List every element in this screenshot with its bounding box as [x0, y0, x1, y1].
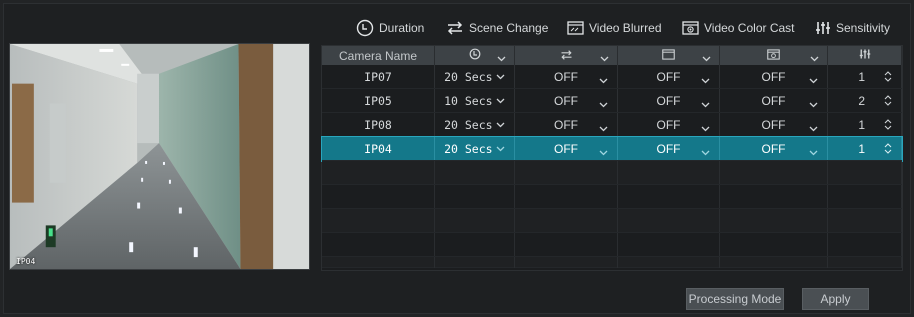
scene-change-select[interactable]: OFF	[515, 137, 618, 160]
camera-name-cell: IP04	[322, 137, 435, 160]
chevron-down-icon	[496, 74, 505, 79]
chevron-down-icon	[599, 121, 608, 135]
scene-change-icon	[446, 21, 464, 35]
legend-scene-change-label: Scene Change	[469, 21, 549, 35]
scene-change-select[interactable]: OFF	[515, 65, 618, 88]
table-row-selected[interactable]: IP04 20 Secs OFF OFF OFF 1	[321, 136, 903, 162]
video-color-cast-icon	[682, 21, 699, 35]
duration-select[interactable]: 20 Secs	[435, 137, 515, 160]
detection-table: Camera Name IP07 20 Secs OFF OFF OFF 1 I…	[321, 45, 903, 271]
processing-mode-button[interactable]: Processing Mode	[686, 288, 784, 310]
chevron-down-icon	[496, 122, 505, 127]
empty-row	[322, 185, 902, 209]
duration-select[interactable]: 20 Secs	[435, 65, 515, 88]
header-camera-name: Camera Name	[322, 46, 435, 65]
header-sensitivity	[828, 46, 902, 65]
chevron-down-icon	[599, 145, 608, 159]
spinner-icon[interactable]	[884, 70, 892, 83]
legend-video-blurred-label: Video Blurred	[589, 21, 662, 35]
video-color-cast-select[interactable]: OFF	[720, 65, 828, 88]
legend-video-color-cast-label: Video Color Cast	[704, 21, 795, 35]
header-scene-change[interactable]	[515, 46, 618, 65]
chevron-down-icon	[809, 73, 818, 87]
camera-label: IP04	[16, 257, 36, 266]
camera-name-cell: IP05	[322, 89, 435, 112]
video-blurred-select[interactable]: OFF	[618, 65, 720, 88]
video-blurred-icon	[567, 21, 584, 35]
legend-sensitivity: Sensitivity	[815, 18, 890, 38]
chevron-down-icon[interactable]	[600, 51, 609, 65]
camera-name-cell: IP08	[322, 113, 435, 136]
spinner-icon[interactable]	[884, 94, 892, 107]
scene-change-select[interactable]: OFF	[515, 89, 618, 112]
chevron-down-icon	[809, 121, 818, 135]
table-row[interactable]: IP07 20 Secs OFF OFF OFF 1	[322, 65, 902, 89]
sensitivity-icon	[815, 20, 831, 36]
chevron-down-icon	[701, 121, 710, 135]
scene-change-select[interactable]: OFF	[515, 113, 618, 136]
apply-button[interactable]: Apply	[802, 288, 869, 310]
chevron-down-icon[interactable]	[810, 51, 819, 65]
corridor-image	[10, 44, 309, 269]
legend-duration-label: Duration	[379, 21, 425, 35]
empty-row	[322, 209, 902, 233]
camera-preview[interactable]: IP04	[9, 43, 310, 270]
sensitivity-spinner[interactable]: 1	[828, 113, 902, 136]
legend-video-color-cast: Video Color Cast	[682, 18, 795, 38]
chevron-down-icon	[496, 146, 505, 151]
camera-name-cell: IP07	[322, 65, 435, 88]
chevron-down-icon	[701, 97, 710, 111]
spinner-icon[interactable]	[884, 118, 892, 131]
scene-change-icon	[560, 49, 573, 63]
video-blurred-icon	[662, 48, 675, 63]
video-color-cast-select[interactable]: OFF	[720, 89, 828, 112]
video-blurred-select[interactable]: OFF	[618, 89, 720, 112]
sensitivity-spinner[interactable]: 1	[828, 137, 902, 160]
chevron-down-icon	[496, 98, 505, 103]
duration-select[interactable]: 20 Secs	[435, 113, 515, 136]
chevron-down-icon[interactable]	[497, 51, 506, 65]
chevron-down-icon	[599, 97, 608, 111]
sensitivity-icon	[859, 48, 871, 63]
sensitivity-spinner[interactable]: 2	[828, 89, 902, 112]
legend-sensitivity-label: Sensitivity	[836, 21, 891, 35]
legend-video-blurred: Video Blurred	[567, 18, 662, 38]
clock-icon	[356, 19, 374, 37]
header-video-color-cast[interactable]	[720, 46, 828, 65]
chevron-down-icon	[701, 73, 710, 87]
header-duration[interactable]	[435, 46, 515, 65]
chevron-down-icon[interactable]	[702, 51, 711, 65]
table-body: IP07 20 Secs OFF OFF OFF 1 IP05 10 Secs …	[321, 65, 903, 268]
duration-select[interactable]: 10 Secs	[435, 89, 515, 112]
sensitivity-spinner[interactable]: 1	[828, 65, 902, 88]
chevron-down-icon	[809, 145, 818, 159]
clock-icon	[469, 48, 481, 63]
legend-scene-change: Scene Change	[446, 18, 548, 38]
table-row[interactable]: IP05 10 Secs OFF OFF OFF 2	[322, 89, 902, 113]
table-row[interactable]: IP08 20 Secs OFF OFF OFF 1	[322, 113, 902, 137]
header-video-blurred[interactable]	[618, 46, 720, 65]
chevron-down-icon	[809, 97, 818, 111]
video-blurred-select[interactable]: OFF	[618, 137, 720, 160]
spinner-icon[interactable]	[884, 142, 892, 155]
video-color-cast-select[interactable]: OFF	[720, 137, 828, 160]
chevron-down-icon	[599, 73, 608, 87]
empty-row	[322, 233, 902, 257]
empty-row	[322, 161, 902, 185]
chevron-down-icon	[701, 145, 710, 159]
table-header: Camera Name	[322, 46, 902, 65]
video-color-cast-select[interactable]: OFF	[720, 113, 828, 136]
video-color-cast-icon	[767, 48, 780, 63]
empty-row	[322, 257, 902, 268]
video-blurred-select[interactable]: OFF	[618, 113, 720, 136]
legend-duration: Duration	[356, 18, 424, 38]
